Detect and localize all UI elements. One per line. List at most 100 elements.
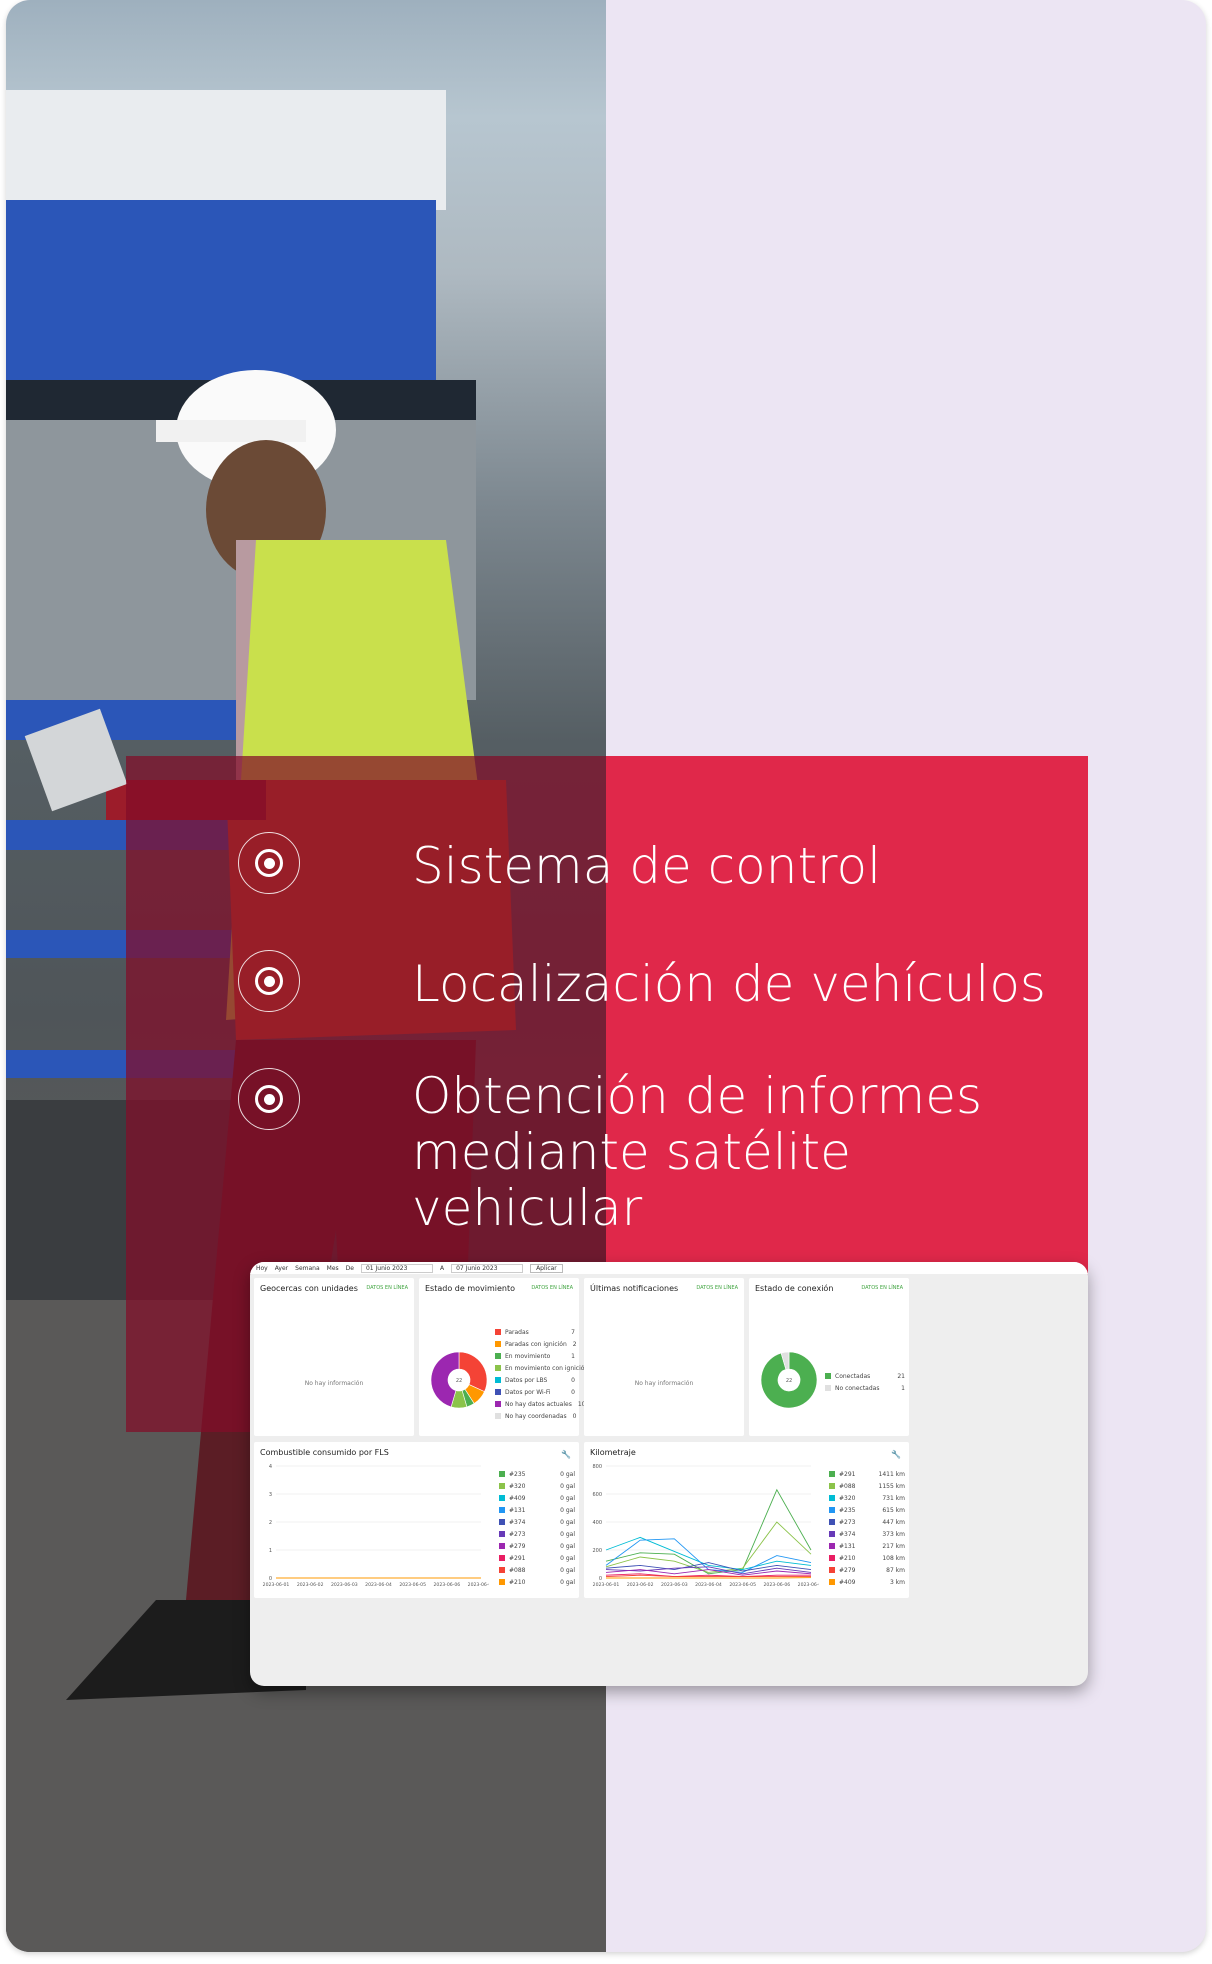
legend-label: #131 [509,1506,526,1514]
legend-label: #279 [839,1566,856,1574]
legend-item: #088 0 gal [499,1564,575,1576]
legend-value: 108 km [882,1554,905,1562]
range-month[interactable]: Mes [327,1265,339,1272]
legend-label: #374 [839,1530,856,1538]
donut-total: 22 [786,1378,792,1384]
fuel-card: Combustible consumido por FLS 🔧 0 1 2 3 4 202… [254,1442,579,1598]
range-today[interactable]: Hoy [256,1265,268,1272]
legend-label: #374 [509,1518,526,1526]
legend-item: #131 217 km [829,1540,905,1552]
y-tick-label: 1 [269,1548,272,1554]
legend-value: 217 km [882,1542,905,1550]
legend-label: #320 [839,1494,856,1502]
legend-item: #320 0 gal [499,1480,575,1492]
legend-item: #210 0 gal [499,1576,575,1588]
x-tick-label: 2023-06-05 [399,1582,426,1588]
geofences-card: Geocercas con unidades DATOS EN LÍNEA No… [254,1278,414,1436]
legend-item: Paradas 7 [495,1326,575,1338]
notifications-card: Últimas notificaciones DATOS EN LÍNEA No… [584,1278,744,1436]
page-frame: Sistema de control Localización de vehíc… [6,0,1206,1952]
legend-value: 1411 km [878,1470,906,1478]
legend-value: 447 km [882,1518,905,1526]
legend-swatch [829,1507,835,1513]
date-toolbar: Hoy Ayer Semana Mes De 01 Junio 2023 A 0… [250,1262,1088,1274]
legend-item: #273 447 km [829,1516,905,1528]
legend-swatch [499,1567,505,1573]
legend-value: 1155 km [878,1482,906,1490]
wrench-icon[interactable]: 🔧 [561,1450,571,1459]
range-yesterday[interactable]: Ayer [275,1265,288,1272]
target-icon [238,1068,300,1130]
legend-swatch [829,1495,835,1501]
legend-swatch [499,1483,505,1489]
legend-item: Datos por LBS 0 [495,1374,575,1386]
live-data-label: DATOS EN LÍNEA [696,1285,738,1291]
legend-item: #088 1155 km [829,1480,905,1492]
legend-value: 0 gal [560,1506,575,1514]
legend-value: 0 gal [560,1518,575,1526]
legend-swatch [499,1531,505,1537]
x-tick-label: 2023-06-07 [468,1582,489,1588]
legend-swatch [495,1377,501,1383]
connection-donut-chart: 22 [760,1351,818,1409]
legend-swatch [829,1519,835,1525]
from-label: De [345,1264,354,1272]
legend-value: 7 [571,1328,575,1336]
legend-item: No conectadas 1 [825,1382,905,1394]
no-info-text: No hay información [304,1380,364,1387]
legend-swatch [495,1365,501,1371]
legend-swatch [499,1507,505,1513]
feature-item [238,832,300,894]
legend-swatch [495,1389,501,1395]
legend-label: #320 [509,1482,526,1490]
x-tick-label: 2023-06-03 [661,1582,688,1588]
fuel-line-chart: 0 1 2 3 4 2023-06-01 2023-06-02 2023-06-03 2023-… [263,1464,489,1588]
from-date-input[interactable]: 01 Junio 2023 [360,1263,433,1273]
live-data-label: DATOS EN LÍNEA [366,1285,408,1291]
legend-value: 3 km [889,1578,905,1586]
legend-swatch [829,1531,835,1537]
legend-item: #279 87 km [829,1564,905,1576]
legend-item: #279 0 gal [499,1540,575,1552]
no-info-text: No hay información [634,1380,694,1387]
legend-label: Paradas con ignición [505,1340,567,1348]
legend-label: Conectadas [835,1372,871,1380]
y-tick-label: 200 [592,1548,602,1554]
legend-value: 0 gal [560,1530,575,1538]
legend-label: #291 [509,1554,526,1562]
legend-value: 0 [572,1412,577,1420]
mileage-card: Kilometraje 🔧 0 200 400 600 800 2023-06-01 202… [584,1442,909,1598]
connection-card: Estado de conexión DATOS EN LÍNEA 22 Con… [749,1278,909,1436]
legend-swatch [499,1519,505,1525]
legend-label: #235 [509,1470,526,1478]
to-date-input[interactable]: 07 Junio 2023 [451,1263,524,1273]
legend-swatch [825,1385,831,1391]
live-data-label: DATOS EN LÍNEA [531,1285,573,1291]
legend-label: #088 [839,1482,856,1490]
x-tick-label: 2023-06-01 [263,1582,290,1588]
legend-swatch [495,1329,501,1335]
feature-label-line: vehicular [412,1179,643,1237]
y-tick-label: 4 [269,1464,272,1470]
legend-value: 731 km [882,1494,905,1502]
legend-item: #409 3 km [829,1576,905,1588]
legend-item: Conectadas 21 [825,1370,905,1382]
legend-value: 0 gal [560,1566,575,1574]
x-tick-label: 2023-06-04 [365,1582,392,1588]
wrench-icon[interactable]: 🔧 [891,1450,901,1459]
fuel-legend: #235 0 gal #320 0 gal #409 0 gal #131 0 gal #374… [499,1468,575,1588]
legend-value: 0 gal [560,1542,575,1550]
x-tick-label: 2023-06-02 [297,1582,324,1588]
range-week[interactable]: Semana [295,1265,320,1272]
legend-label: Datos por LBS [505,1376,548,1384]
legend-swatch [499,1471,505,1477]
x-tick-label: 2023-06-05 [729,1582,756,1588]
feature-item [238,950,300,1012]
apply-button[interactable]: Aplicar [530,1263,563,1273]
legend-value: 0 gal [560,1554,575,1562]
legend-item: #409 0 gal [499,1492,575,1504]
legend-label: #210 [509,1578,526,1586]
live-data-label: DATOS EN LÍNEA [861,1285,903,1291]
series-line [605,1538,812,1573]
x-tick-label: 2023-06-04 [695,1582,722,1588]
